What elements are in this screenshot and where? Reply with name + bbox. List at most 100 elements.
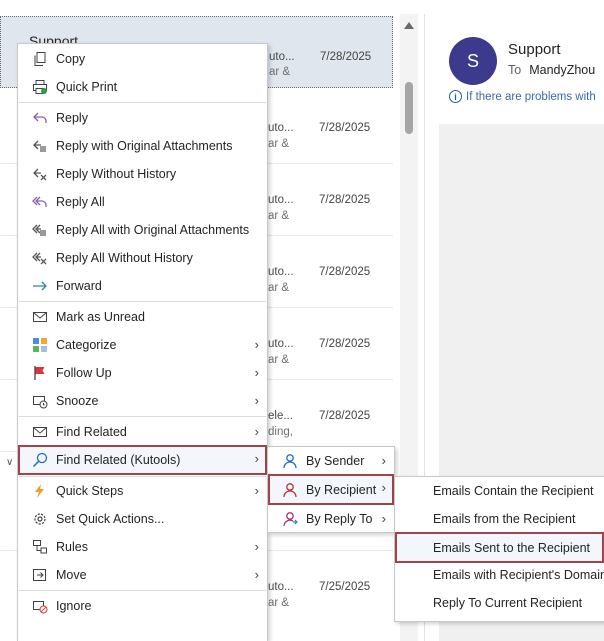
menu-item-reply-attachments[interactable]: Reply with Original Attachments [18,132,267,160]
menu-item-label: Quick Steps [56,484,124,498]
envelope-icon [31,308,49,326]
menu-item-label: Mark as Unread [56,310,145,324]
context-menu: Copy Quick Print Reply Reply with Origin… [17,43,268,641]
chevron-right-icon: › [381,511,386,526]
forward-icon [31,277,49,295]
scrollbar-thumb[interactable] [405,82,413,134]
submenu-item-emails-contain-recipient[interactable]: Emails Contain the Recipient [395,477,604,505]
submenu-item-by-reply-to[interactable]: By Reply To › [268,505,394,533]
chevron-down-icon[interactable]: ∨ [6,457,13,468]
reply-icon [31,109,49,127]
menu-item-label: Reply All [56,195,105,209]
menu-item-label: Categorize [56,338,117,352]
menu-item-categorize[interactable]: Categorize › [18,331,267,359]
menu-item-set-quick-actions[interactable]: Set Quick Actions... [18,505,267,533]
menu-separator [19,416,266,417]
menu-item-reply[interactable]: Reply [18,104,267,132]
avatar[interactable]: S [449,37,497,85]
reply-all-no-history-icon [31,249,49,267]
chevron-right-icon: › [254,365,259,380]
chevron-right-icon: › [381,480,386,495]
submenu-item-label: Emails from the Recipient [433,512,576,526]
row-date: 7/28/2025 [319,122,371,134]
menu-item-find-related-kutools[interactable]: Find Related (Kutools) › [18,445,267,475]
menu-item-label: Forward [56,279,102,293]
menu-item-reply-all-attachments[interactable]: Reply All with Original Attachments [18,216,267,244]
submenu-item-reply-to-current-recipient[interactable]: Reply To Current Recipient [395,589,604,617]
menu-item-label: Reply All Without History [56,251,193,265]
chevron-right-icon: › [381,453,386,468]
quick-print-icon [31,78,49,96]
submenu-item-label: Reply To Current Recipient [433,596,583,610]
chevron-right-icon: › [254,567,259,582]
scroll-up-icon[interactable] [404,22,414,29]
menu-item-forward[interactable]: Forward [18,272,267,300]
menu-item-label: Reply [56,111,88,125]
row-date: 7/25/2025 [319,581,371,593]
menu-item-follow-up[interactable]: Follow Up › [18,359,267,387]
info-text: If there are problems with [466,90,596,103]
row-date: 7/28/2025 [319,194,371,206]
chevron-right-icon: › [254,424,259,439]
menu-separator [19,301,266,302]
row-preview: ar & [268,354,290,366]
submenu-item-emails-from-recipient[interactable]: Emails from the Recipient [395,505,604,533]
menu-item-label: Quick Print [56,80,118,94]
menu-item-find-related[interactable]: Find Related › [18,418,267,446]
row-preview: ding, [268,426,293,438]
menu-item-quick-print[interactable]: Quick Print [18,73,267,101]
submenu-item-label: Emails Sent to the Recipient [433,540,591,555]
row-subject: uto... [268,338,294,350]
submenu-item-by-recipient[interactable]: By Recipient › [268,474,394,505]
row-subject: uto... [268,581,294,593]
reading-pane-to: To MandyZhou [508,63,595,77]
row-date: 7/28/2025 [320,51,372,63]
person-red-icon [281,481,299,499]
find-related-submenu: By Sender › By Recipient › By Reply To › [267,446,395,533]
person-icon [281,452,299,470]
menu-item-label: Follow Up [56,366,112,380]
chevron-right-icon: › [254,483,259,498]
info-bar[interactable]: i If there are problems with [449,90,596,103]
ignore-icon [31,597,49,615]
submenu-item-emails-recipient-domain[interactable]: Emails with Recipient's Domain [395,561,604,589]
row-date: 7/28/2025 [319,266,371,278]
reply-all-icon [31,193,49,211]
menu-item-copy[interactable]: Copy [18,45,267,73]
reply-no-history-icon [31,165,49,183]
submenu-item-label: By Sender [306,454,365,468]
menu-item-quick-steps[interactable]: Quick Steps › [18,477,267,505]
lightning-icon [31,482,49,500]
info-icon: i [449,90,462,103]
menu-separator [19,590,266,591]
submenu-item-label: By Reply To [306,512,373,526]
find-related-icon [31,423,49,441]
to-label: To [508,63,522,77]
menu-item-move[interactable]: Move › [18,561,267,589]
rules-icon [31,538,49,556]
menu-item-ignore[interactable]: Ignore [18,592,267,620]
menu-item-rules[interactable]: Rules › [18,533,267,561]
row-subject: uto... [268,194,294,206]
categorize-icon [31,336,49,354]
menu-item-label: Find Related (Kutools) [56,453,181,467]
submenu-item-label: Emails with Recipient's Domain [433,568,604,582]
to-recipient[interactable]: MandyZhou [529,63,595,77]
menu-item-label: Snooze [56,394,99,408]
row-preview: ar & [268,210,290,222]
reading-pane-sender[interactable]: Support [508,41,561,58]
menu-item-reply-all-no-history[interactable]: Reply All Without History [18,244,267,272]
row-preview: ar & [268,138,290,150]
menu-item-snooze[interactable]: Snooze › [18,387,267,415]
reply-all-attachments-icon [31,221,49,239]
chevron-right-icon: › [254,393,259,408]
submenu-item-emails-sent-to-recipient[interactable]: Emails Sent to the Recipient [395,532,604,563]
row-subject: uto... [269,51,295,63]
row-date: 7/28/2025 [319,410,371,422]
menu-item-mark-unread[interactable]: Mark as Unread [18,303,267,331]
submenu-item-by-sender[interactable]: By Sender › [268,447,394,475]
copy-icon [31,50,49,68]
row-subject: uto... [268,266,294,278]
menu-item-reply-no-history[interactable]: Reply Without History [18,160,267,188]
menu-item-reply-all[interactable]: Reply All [18,188,267,216]
